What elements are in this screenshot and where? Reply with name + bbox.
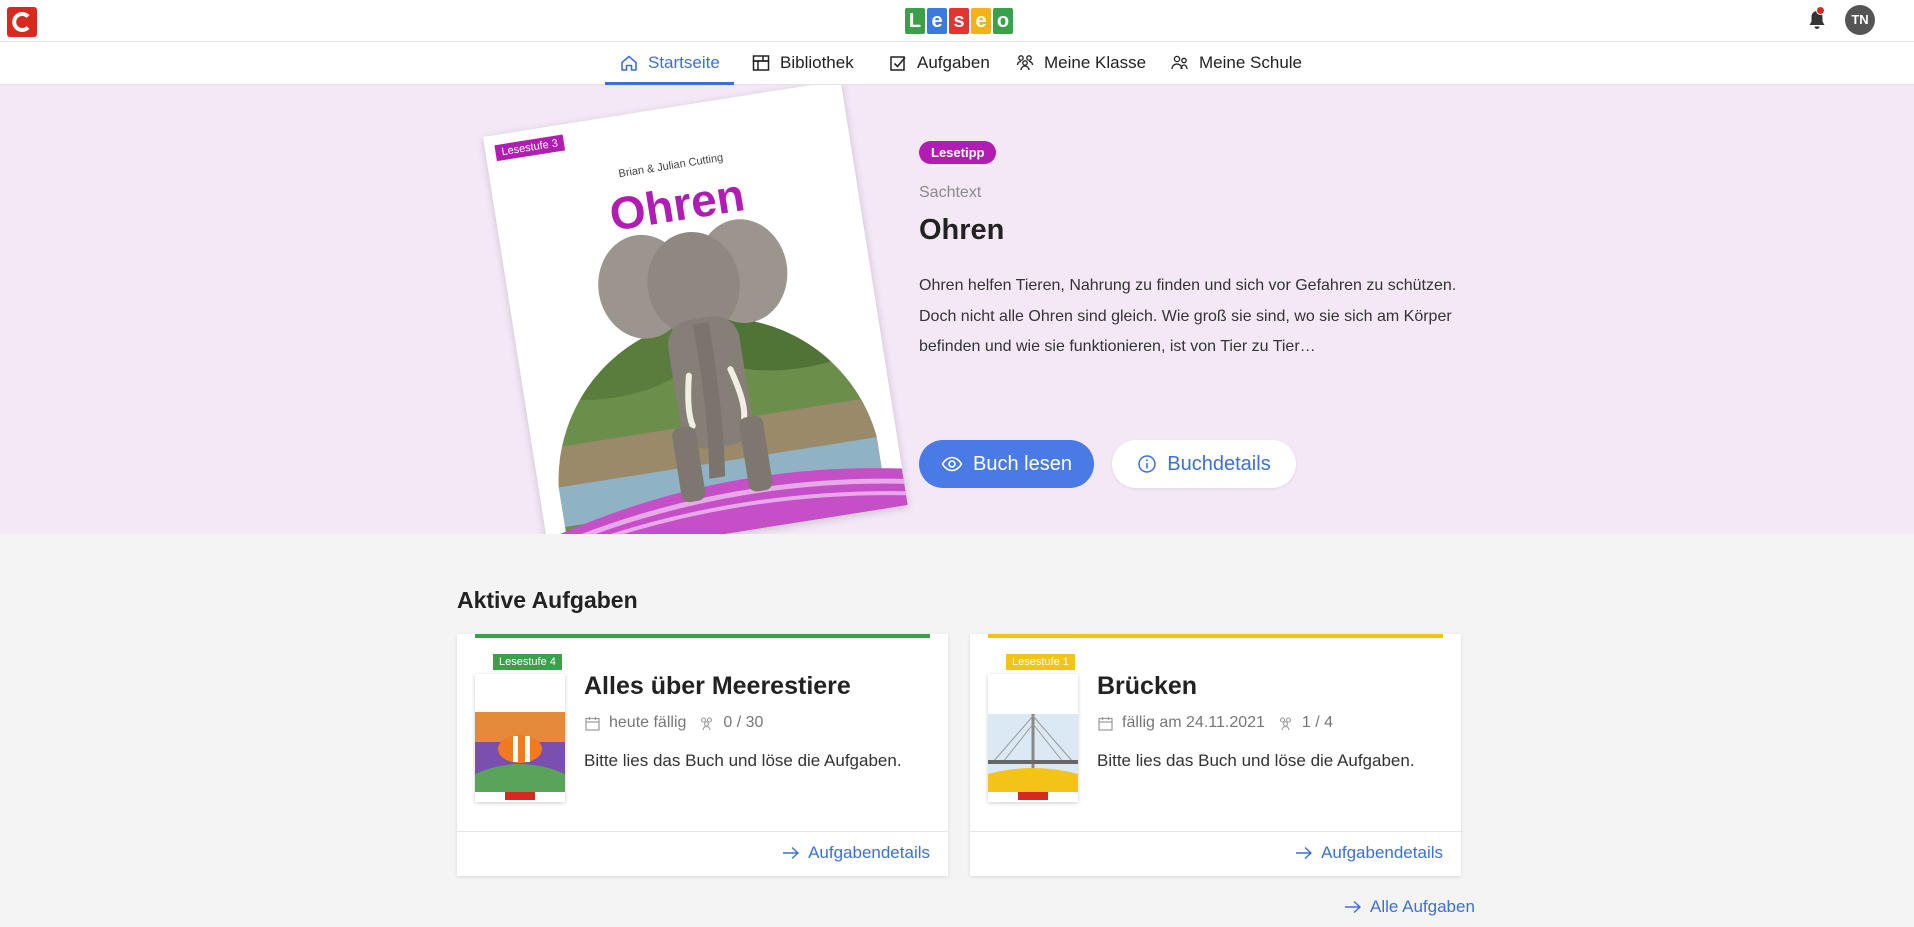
card-footer: Aufgabendetails: [457, 831, 948, 876]
elephant-illustration: [536, 219, 908, 534]
book-thumbnail[interactable]: [475, 674, 565, 802]
completion-count: 0 / 30: [723, 714, 764, 731]
logo-letter: L: [905, 8, 925, 34]
task-card[interactable]: Lesestufe 1 Brücken fällig am 24.11.2021…: [970, 634, 1461, 876]
task-title: Alles über Meerestiere: [584, 672, 851, 700]
students-icon: [701, 716, 713, 730]
book-details-button[interactable]: Buchdetails: [1112, 440, 1296, 488]
all-tasks-link[interactable]: Alle Aufgaben: [1344, 897, 1475, 917]
school-icon: [1171, 55, 1188, 70]
task-details-label: Aufgabendetails: [1321, 843, 1443, 862]
book-genre: Sachtext: [919, 184, 982, 201]
calendar-icon: [585, 716, 600, 731]
nav-label: Startseite: [648, 53, 720, 72]
task-title: Brücken: [1097, 672, 1198, 700]
arrow-right-icon: [1345, 900, 1362, 914]
task-details-label: Aufgabendetails: [808, 843, 930, 862]
book-details-label: Buchdetails: [1167, 452, 1271, 475]
logo-letter: e: [971, 8, 991, 34]
class-icon: [1016, 55, 1034, 71]
all-tasks-label: Alle Aufgaben: [1370, 897, 1475, 916]
book-thumbnail[interactable]: [988, 674, 1078, 802]
nav-label: Aufgaben: [917, 53, 990, 72]
eye-icon: [941, 456, 963, 472]
featured-book-banner: Lesestufe 3 Brian & Julian Cutting Ohren: [0, 85, 1914, 534]
section-title: Aktive Aufgaben: [457, 587, 638, 613]
book-cover[interactable]: Lesestufe 3 Brian & Julian Cutting Ohren: [483, 85, 908, 534]
task-meta: fällig am 24.11.2021 1 / 4: [1097, 714, 1333, 732]
bruecken-cover-illustration: [988, 674, 1078, 802]
nav-item-bibliothek[interactable]: Bibliothek: [737, 42, 868, 84]
read-book-button[interactable]: Buch lesen: [919, 440, 1094, 488]
nav-label: Bibliothek: [780, 53, 854, 72]
home-icon: [621, 55, 637, 71]
logo-letter: e: [927, 8, 947, 34]
leseo-logo[interactable]: L e s e o: [905, 8, 1013, 34]
main-nav: Startseite Bibliothek Aufgaben Meine Kla…: [0, 42, 1914, 85]
arrow-right-icon: [783, 846, 800, 860]
logo-letter: o: [993, 8, 1013, 34]
nav-item-meine-klasse[interactable]: Meine Klasse: [1001, 42, 1160, 84]
calendar-icon: [1098, 716, 1113, 731]
nav-item-aufgaben[interactable]: Aufgaben: [874, 42, 1004, 84]
due-date: fällig am 24.11.2021: [1122, 714, 1265, 731]
tasks-icon: [890, 56, 906, 71]
task-instruction: Bitte lies das Buch und löse die Aufgabe…: [1097, 751, 1415, 770]
level-color-bar: [475, 634, 930, 638]
book-description: Ohren helfen Tieren, Nahrung zu finden u…: [919, 277, 1457, 355]
cornelsen-logo-icon[interactable]: [7, 7, 37, 37]
nav-label: Meine Klasse: [1044, 53, 1147, 72]
nav-item-startseite[interactable]: Startseite: [605, 42, 734, 85]
logo-letter: s: [949, 8, 969, 34]
task-instruction: Bitte lies das Buch und löse die Aufgabe…: [584, 751, 902, 770]
library-icon: [752, 55, 770, 71]
level-badge: Lesestufe 3: [494, 134, 565, 162]
arrow-right-icon: [1296, 846, 1313, 860]
task-details-link[interactable]: Aufgabendetails: [782, 843, 930, 863]
notification-dot: [1816, 6, 1825, 15]
task-card[interactable]: Lesestufe 4 Alles über Meerestiere heute…: [457, 634, 948, 876]
completion-count: 1 / 4: [1301, 714, 1334, 731]
level-badge: Lesestufe 1: [1006, 654, 1075, 670]
due-date: heute fällig: [609, 714, 687, 731]
level-color-bar: [988, 634, 1443, 638]
lesetipp-badge: Lesetipp: [919, 141, 997, 164]
top-bar: L e s e o TN: [0, 0, 1914, 42]
meerestiere-cover-illustration: [475, 674, 565, 802]
info-icon: [1138, 455, 1157, 473]
level-badge: Lesestufe 4: [493, 654, 562, 670]
read-book-label: Buch lesen: [973, 452, 1072, 475]
avatar[interactable]: TN: [1845, 5, 1875, 35]
task-details-link[interactable]: Aufgabendetails: [1295, 843, 1443, 863]
nav-label: Meine Schule: [1199, 53, 1303, 72]
nav-item-meine-schule[interactable]: Meine Schule: [1156, 42, 1316, 84]
students-icon: [1279, 716, 1291, 730]
task-meta: heute fällig 0 / 30: [584, 714, 763, 732]
book-title: Ohren: [919, 214, 1005, 246]
card-footer: Aufgabendetails: [970, 831, 1461, 876]
